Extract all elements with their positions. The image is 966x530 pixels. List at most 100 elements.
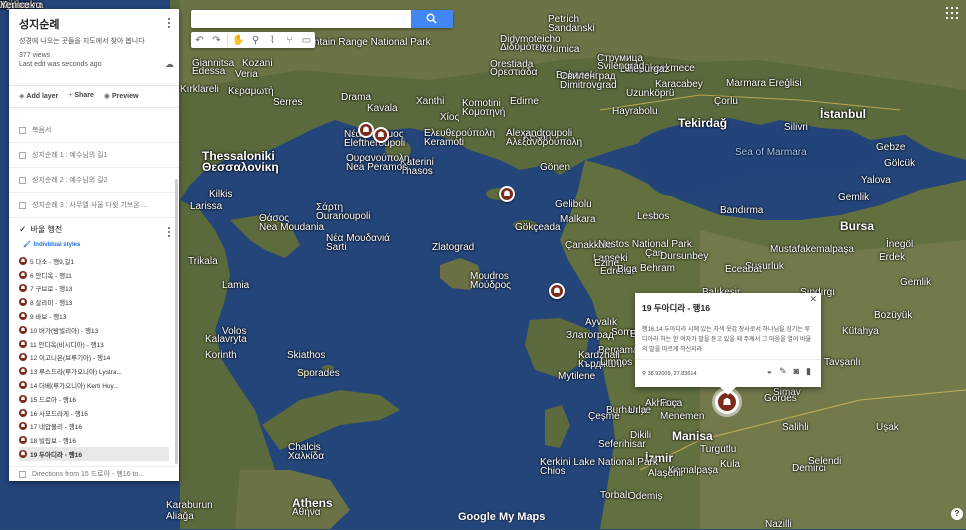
map-place-label: Eceabat (725, 264, 762, 275)
map-place-label: Dursunbey (660, 251, 709, 262)
map-place-label: Larissa (190, 201, 223, 212)
map-place-label: Uşak (876, 422, 899, 433)
place-list-item[interactable]: ☗ 9 바보 - 행13 (19, 309, 169, 323)
map-place-label: Nea Peramos (346, 162, 408, 173)
place-list-item[interactable]: ☗ 5 다소 - 행9,길1 (19, 254, 169, 268)
ruler-icon[interactable]: ▭ (298, 32, 315, 48)
hiker-icon: ☗ (19, 270, 27, 279)
layer-row[interactable]: 성지순례 2 : 예수님의 길2 (9, 168, 179, 193)
map-place-label: Μούδρος (470, 280, 511, 291)
map-place-label: Mustafakemalpaşa (770, 244, 854, 255)
place-list: ☗ 5 다소 - 행9,길1 ☗ 6 안디옥 - 행11 ☗ 7 구브로 - 행13 ☗ 8 … (19, 254, 169, 461)
map-description[interactable]: 성경에 나오는 곳들을 지도에서 찾아 봅니다 (19, 36, 169, 46)
place-list-item[interactable]: ☗ 8 살라미 - 행13 (19, 295, 169, 309)
place-list-item[interactable]: ☗ 12 이고니온(브루기아) - 행14 (19, 351, 169, 365)
layer-checkbox[interactable] (19, 470, 26, 478)
camera-icon[interactable]: ◙ (794, 366, 799, 377)
map-place-label: Nazilli (765, 519, 792, 530)
marker-icon[interactable]: ⚲ (247, 32, 264, 48)
place-list-item[interactable]: ☗ 17 네압볼리 - 행16 (19, 420, 169, 434)
map-place-label: Kütahya (842, 326, 879, 337)
panel-actions: ◈ Add layer + Share ◉ Preview (9, 86, 179, 108)
line-icon[interactable]: ⌇ (264, 32, 281, 48)
map-place-label: Златоград (566, 330, 614, 341)
help-icon[interactable]: ? (951, 508, 963, 520)
layer-row[interactable]: 성지순례 1 : 예수님의 길1 (9, 143, 179, 168)
layer-checkbox[interactable] (19, 201, 26, 209)
preview-button[interactable]: ◉ Preview (104, 92, 139, 101)
undo-icon[interactable]: ↶ (191, 32, 208, 48)
layer-options-icon[interactable] (168, 227, 171, 239)
layer-checkbox[interactable] (19, 126, 26, 134)
map-place-label: Silivri (784, 122, 808, 133)
map-place-label: Urla (628, 405, 647, 416)
active-layer: ✓ 바울 행전 🖌 Individual styles ☗ 5 다소 - 행9,길1 ☗… (9, 218, 179, 461)
panel-scrollbar[interactable] (175, 179, 178, 464)
place-info-window: ✕ 19 두아디라 - 행16 행16,14 두아디라 시에 있는 자색 옷감 … (635, 293, 821, 395)
view-count: 377 views (19, 52, 51, 59)
active-layer-title[interactable]: ✓ 바울 행전 (19, 224, 169, 235)
layer-row[interactable]: 성지순례 3 : 사무엘 사울 다윗 기브온 ... (9, 193, 179, 218)
map-place-label: Zlatograd (432, 242, 475, 253)
map-marker[interactable]: ☗ (358, 122, 374, 138)
map-place-label: Korinth (205, 350, 237, 361)
share-button[interactable]: + Share (68, 92, 94, 101)
place-list-item[interactable]: ☗ 18 빌립보 - 행16 (19, 433, 169, 447)
place-list-item[interactable]: ☗ 14 더베(루가오니아) Kerti Huy... (19, 378, 169, 392)
search-button[interactable] (411, 10, 453, 28)
divider (635, 359, 821, 360)
layer-checkbox[interactable] (19, 176, 26, 184)
hand-icon[interactable]: ✋ (230, 32, 247, 48)
map-place-label: Kilkis (209, 189, 233, 200)
map-options-icon[interactable] (168, 18, 171, 30)
map-place-label: Sarti (326, 242, 347, 253)
map-place-label: Trikala (188, 256, 218, 267)
map-place-label: Kırklareli (180, 84, 219, 95)
checkmark-icon[interactable]: ✓ (19, 224, 27, 234)
map-place-label: Kozani (242, 58, 273, 69)
place-list-item[interactable]: ☗ 19 두아디라 - 행16 (19, 447, 169, 461)
apps-grid-icon[interactable] (946, 7, 958, 19)
map-place-label: Xanthi (416, 96, 445, 107)
close-icon[interactable]: ✕ (809, 294, 817, 305)
directions-layer-row[interactable]: Directions from 15 드로아 - 행16 to... (9, 466, 179, 481)
delete-icon[interactable]: ▮ (806, 366, 811, 377)
add-layer-button[interactable]: ◈ Add layer (19, 92, 58, 101)
layer-checkbox[interactable] (19, 151, 26, 159)
place-list-item[interactable]: ☗ 7 구브로 - 행13 (19, 282, 169, 296)
map-place-label: Ορεστιάδα (490, 67, 538, 78)
map-place-label: Uzunköprü (626, 88, 675, 99)
place-list-item[interactable]: ☗ 16 사모드라게 - 행16 (19, 406, 169, 420)
place-list-item[interactable]: ☗ 6 안디옥 - 행11 (19, 268, 169, 282)
map-place-label: Manisa (672, 429, 713, 443)
paint-icon[interactable]: ◒ (767, 366, 772, 377)
place-coordinates: ⚲ 38.92009, 27.83614 (642, 371, 697, 377)
map-place-label: Bursa (840, 219, 875, 233)
place-list-item[interactable]: ☗ 15 드로아 - 행16 (19, 392, 169, 406)
map-place-label: Ouranoupoli (316, 211, 371, 222)
map-place-label: Kula (720, 459, 741, 470)
map-marker[interactable]: ☗ (499, 186, 515, 202)
map-place-label: Gelibolu (555, 199, 592, 210)
map-title[interactable]: 성지순례 (19, 16, 169, 32)
directions-icon[interactable]: ⑂ (281, 32, 298, 48)
individual-styles-link[interactable]: 🖌 Individual styles (23, 241, 169, 248)
hiker-icon: ☗ (19, 381, 27, 390)
map-place-label: Χίος (440, 112, 460, 123)
map-place-label: Drama (341, 92, 372, 103)
map-place-label: İstanbul (820, 107, 867, 121)
map-place-label: Selendi (808, 456, 842, 467)
map-place-label: Κομοτηνή (462, 107, 506, 118)
edit-icon[interactable]: ✎ (779, 366, 787, 377)
map-marker[interactable]: ☗ (549, 283, 565, 299)
place-list-item[interactable]: ☗ 13 루스드라(루가오니아) Lystra... (19, 364, 169, 378)
hiker-icon: ☗ (19, 284, 27, 293)
layer-row[interactable]: 복음서 (9, 118, 179, 143)
place-list-item[interactable]: ☗ 11 안디옥(비시디아) - 행13 (19, 337, 169, 351)
map-place-label: Gönen (540, 162, 571, 173)
map-place-label: Θεσσαλονίκη (202, 160, 279, 174)
redo-icon[interactable]: ↷ (208, 32, 225, 48)
place-list-item[interactable]: ☗ 10 버가(밤빌리아) - 행13 (19, 323, 169, 337)
search-input[interactable] (191, 10, 415, 28)
map-marker[interactable]: ☗ (373, 127, 389, 143)
